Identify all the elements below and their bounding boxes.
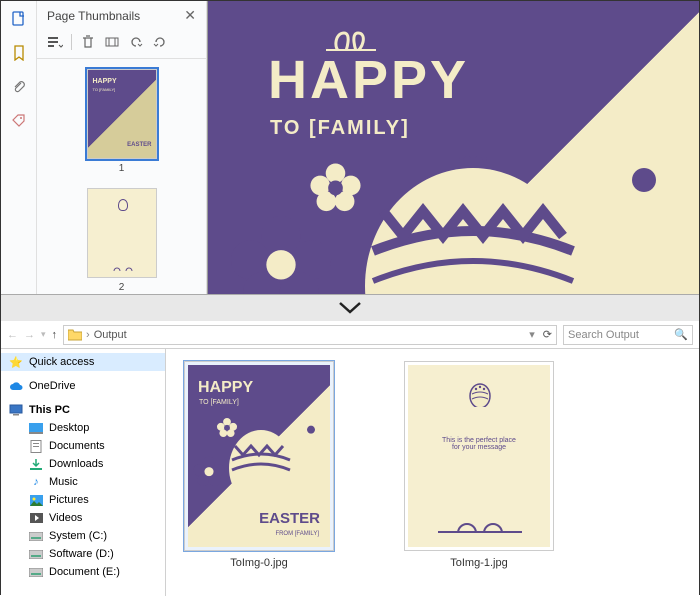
file-thumb-0[interactable]: HAPPY TO [FAMILY] EASTER FROM [FAMILY]	[184, 361, 334, 551]
page-preview[interactable]: HAPPY TO [FAMILY]	[207, 1, 699, 320]
tree-pictures[interactable]: Pictures	[1, 491, 165, 509]
bunny-ears-icon	[326, 23, 376, 51]
documents-icon	[29, 439, 43, 453]
preview-subline: TO [FAMILY]	[270, 117, 410, 140]
pages-icon[interactable]	[11, 11, 27, 27]
drive-icon	[29, 529, 43, 543]
tree-onedrive[interactable]: OneDrive	[1, 377, 165, 395]
nav-tree: ⭐ Quick access OneDrive This PC Desktop …	[1, 349, 166, 596]
tree-this-pc[interactable]: This PC	[1, 401, 165, 419]
insert-icon[interactable]	[104, 34, 120, 50]
videos-icon	[29, 511, 43, 525]
splitter-chevron[interactable]	[1, 294, 699, 321]
refresh-icon[interactable]: ⟳	[543, 328, 552, 341]
forward-icon[interactable]: →	[24, 329, 35, 341]
drive-icon	[29, 565, 43, 579]
file-explorer: ← → ▾ ↑ › Output ▾ ⟳ Search Output 🔍 ⭐ Q…	[1, 321, 699, 596]
thumbnail-2[interactable]	[87, 188, 157, 278]
thumbnail-1[interactable]: HAPPY TO [FAMILY] EASTER	[87, 69, 157, 159]
search-placeholder: Search Output	[568, 329, 674, 341]
file-item[interactable]: This is the perfect place for your messa…	[404, 361, 554, 569]
file-name: ToImg-1.jpg	[450, 557, 507, 569]
tree-documents[interactable]: Documents	[1, 437, 165, 455]
nav-buttons: ← → ▾ ↑	[7, 329, 57, 341]
pictures-icon	[29, 493, 43, 507]
card-message: This is the perfect place for your messa…	[408, 437, 550, 451]
desktop-icon	[29, 421, 43, 435]
flower-icon	[308, 161, 363, 216]
card-happy: HAPPY	[198, 379, 253, 397]
thumbnails-panel: Page Thumbnails ✕ HAPPY TO [FAMILY] EAST…	[37, 1, 207, 320]
tree-desktop[interactable]: Desktop	[1, 419, 165, 437]
thumbnails-toolbar	[37, 30, 206, 59]
pc-icon	[9, 403, 23, 417]
tree-downloads[interactable]: Downloads	[1, 455, 165, 473]
card-easter: EASTER	[259, 510, 320, 527]
chevron-down-icon	[338, 301, 362, 315]
delete-icon[interactable]	[80, 34, 96, 50]
pdf-editor-region: Page Thumbnails ✕ HAPPY TO [FAMILY] EAST…	[1, 1, 699, 321]
back-icon[interactable]: ←	[7, 329, 18, 341]
thumbnails-title: Page Thumbnails	[47, 9, 140, 23]
card-from: FROM [FAMILY]	[275, 531, 319, 537]
cloud-icon	[9, 379, 23, 393]
folder-icon	[68, 329, 82, 341]
search-box[interactable]: Search Output 🔍	[563, 325, 693, 345]
music-icon: ♪	[29, 475, 43, 489]
up-icon[interactable]: ↑	[52, 329, 58, 341]
file-thumb-1[interactable]: This is the perfect place for your messa…	[404, 361, 554, 551]
dropdown-icon[interactable]: ▾	[529, 328, 535, 341]
star-icon: ⭐	[9, 355, 23, 369]
attachment-icon[interactable]	[11, 79, 27, 95]
tree-quick-access[interactable]: ⭐ Quick access	[1, 353, 165, 371]
tree-music[interactable]: ♪Music	[1, 473, 165, 491]
card-to: TO [FAMILY]	[199, 399, 239, 406]
toolbar-separator	[71, 34, 72, 50]
thumbnails-header: Page Thumbnails ✕	[37, 1, 206, 30]
tree-drive-d[interactable]: Software (D:)	[1, 545, 165, 563]
bookmark-icon[interactable]	[11, 45, 27, 61]
tree-drive-c[interactable]: System (C:)	[1, 527, 165, 545]
recent-icon[interactable]: ▾	[41, 329, 46, 340]
drive-icon	[29, 547, 43, 561]
thumbnail-label: 1	[119, 163, 125, 174]
explorer-body: ⭐ Quick access OneDrive This PC Desktop …	[1, 349, 699, 596]
side-rail	[1, 1, 37, 320]
tree-videos[interactable]: Videos	[1, 509, 165, 527]
tag-icon[interactable]	[11, 113, 27, 129]
options-icon[interactable]	[47, 34, 63, 50]
file-name: ToImg-0.jpg	[230, 557, 287, 569]
thumbnail-item[interactable]: HAPPY TO [FAMILY] EASTER 1	[87, 69, 157, 174]
preview-headline: HAPPY	[268, 49, 469, 111]
downloads-icon	[29, 457, 43, 471]
address-bar: ← → ▾ ↑ › Output ▾ ⟳ Search Output 🔍	[1, 321, 699, 349]
flower-icon	[599, 136, 689, 226]
search-icon[interactable]: 🔍	[674, 328, 688, 341]
redo-icon[interactable]	[152, 34, 168, 50]
close-icon[interactable]: ✕	[184, 7, 196, 24]
file-list[interactable]: HAPPY TO [FAMILY] EASTER FROM [FAMILY] T…	[166, 349, 699, 596]
thumbnail-label: 2	[119, 282, 125, 293]
undo-icon[interactable]	[128, 34, 144, 50]
tree-drive-e[interactable]: Document (E:)	[1, 563, 165, 581]
thumbnails-list: HAPPY TO [FAMILY] EASTER 1 2	[37, 59, 206, 320]
path-segment[interactable]: Output	[94, 329, 127, 341]
file-item[interactable]: HAPPY TO [FAMILY] EASTER FROM [FAMILY] T…	[184, 361, 334, 569]
thumbnail-item[interactable]: 2	[87, 188, 157, 293]
address-path[interactable]: › Output ▾ ⟳	[63, 325, 557, 345]
